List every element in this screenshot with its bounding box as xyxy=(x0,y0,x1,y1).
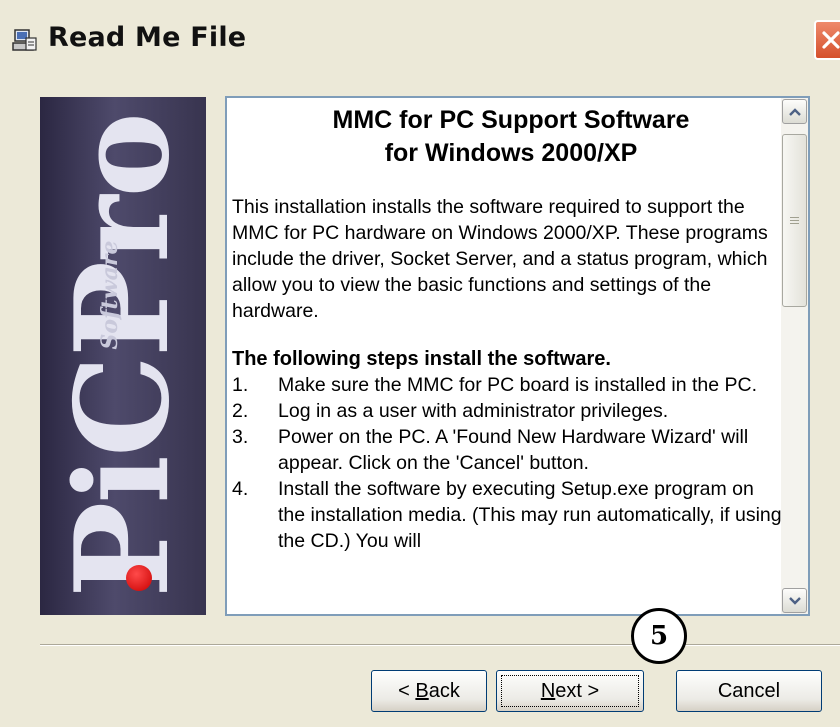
vertical-scrollbar[interactable] xyxy=(781,98,808,614)
focus-rectangle xyxy=(501,675,639,707)
logo-red-dot xyxy=(126,565,152,591)
title-bar: Read Me File xyxy=(0,0,840,84)
grip-line xyxy=(790,223,799,224)
cancel-button[interactable]: Cancel xyxy=(676,670,822,712)
back-button[interactable]: < Back xyxy=(371,670,487,712)
readme-intro: This installation installs the software … xyxy=(232,196,768,322)
back-mnemonic: B xyxy=(415,680,429,702)
step-text: Make sure the MMC for PC board is instal… xyxy=(278,374,758,396)
steps-heading: The following steps install the software… xyxy=(232,348,611,370)
scroll-down-button[interactable] xyxy=(782,588,807,613)
scroll-thumb[interactable] xyxy=(782,134,807,307)
close-button[interactable] xyxy=(814,20,840,60)
scroll-down-arrow-icon xyxy=(789,597,801,605)
readme-text-area[interactable]: MMC for PC Support Software for Windows … xyxy=(225,96,810,616)
logo-tagline: Software xyxy=(97,240,123,350)
readme-title: MMC for PC Support Software for Windows … xyxy=(240,104,782,170)
step-number: 1. xyxy=(232,374,249,396)
close-icon xyxy=(822,31,840,49)
scroll-up-button[interactable] xyxy=(782,99,807,124)
window-title: Read Me File xyxy=(48,22,247,53)
step-text: Log in as a user with administrator priv… xyxy=(278,400,669,422)
button-separator xyxy=(40,644,840,646)
step-number: 2. xyxy=(232,400,249,422)
scroll-up-arrow-icon xyxy=(789,108,801,116)
back-rest: ack xyxy=(428,680,460,702)
step-text: Power on the PC. A 'Found New Hardware W… xyxy=(278,426,749,474)
back-prefix: < xyxy=(398,680,416,702)
step-number: 3. xyxy=(232,426,249,448)
grip-line xyxy=(790,220,799,221)
readme-title-line1: MMC for PC Support Software xyxy=(332,106,690,134)
step-item: 1. Make sure the MMC for PC board is ins… xyxy=(232,372,782,398)
step-number: 4. xyxy=(232,478,249,500)
readme-title-line2: for Windows 2000/XP xyxy=(384,139,638,167)
step-item: 4. Install the software by executing Set… xyxy=(232,476,782,554)
setup-computer-icon xyxy=(12,28,38,54)
logo-wordmark: PiCPro xyxy=(48,114,198,598)
step-item: 2. Log in as a user with administrator p… xyxy=(232,398,782,424)
picpro-logo: PiCPro Software xyxy=(40,97,206,615)
grip-line xyxy=(790,217,799,218)
step-number-badge: 5 xyxy=(631,608,687,664)
next-button[interactable]: Next > xyxy=(496,670,644,712)
step-text: Install the software by executing Setup.… xyxy=(278,478,782,552)
step-item: 3. Power on the PC. A 'Found New Hardwar… xyxy=(232,424,782,476)
readme-content: MMC for PC Support Software for Windows … xyxy=(232,104,782,554)
